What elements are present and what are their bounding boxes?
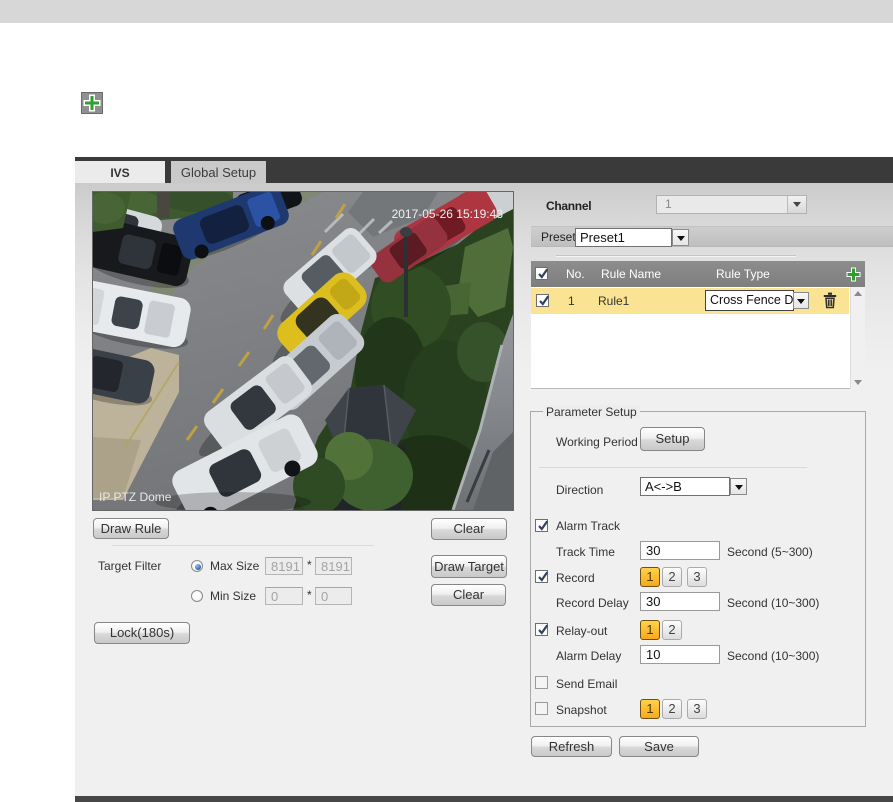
svg-text:IP PTZ Dome: IP PTZ Dome	[99, 490, 172, 504]
svg-text:2017-05-26 15:19:43: 2017-05-26 15:19:43	[392, 207, 504, 221]
